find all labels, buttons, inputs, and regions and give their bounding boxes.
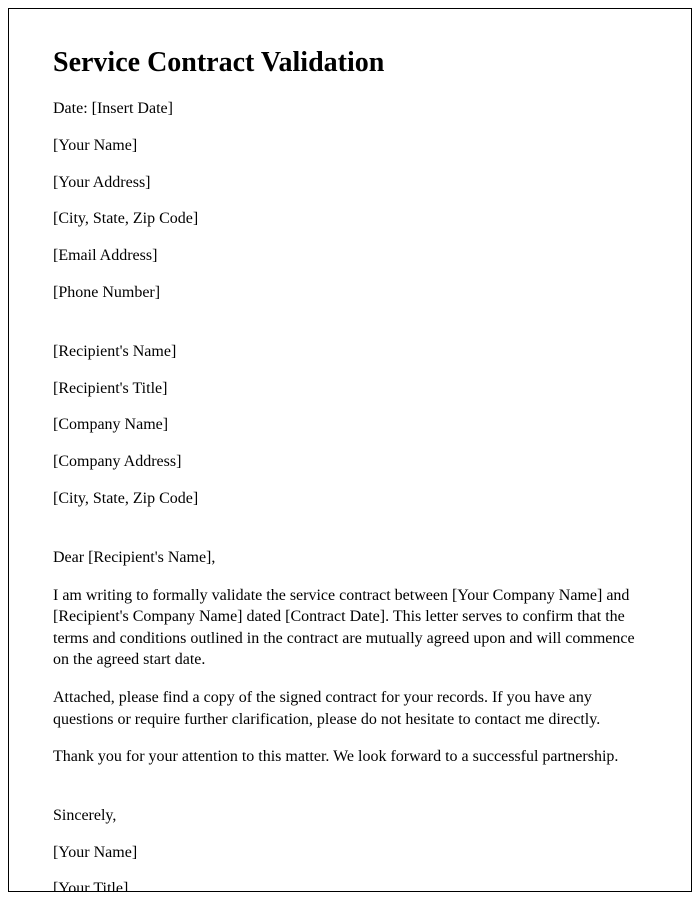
closing-title: [Your Title]: [53, 879, 647, 892]
body-paragraph-3: Thank you for your attention to this mat…: [53, 746, 647, 768]
recipient-company: [Company Name]: [53, 415, 647, 436]
sender-address: [Your Address]: [53, 173, 647, 194]
body-paragraph-2: Attached, please find a copy of the sign…: [53, 687, 647, 730]
sender-email: [Email Address]: [53, 246, 647, 267]
document-title: Service Contract Validation: [53, 47, 647, 79]
sender-citystatezip: [City, State, Zip Code]: [53, 209, 647, 230]
spacer: [53, 784, 647, 806]
closing-sincerely: Sincerely,: [53, 806, 647, 827]
closing-name: [Your Name]: [53, 843, 647, 864]
sender-name: [Your Name]: [53, 136, 647, 157]
sender-phone: [Phone Number]: [53, 283, 647, 304]
recipient-name: [Recipient's Name]: [53, 342, 647, 363]
spacer: [53, 320, 647, 342]
sender-date: Date: [Insert Date]: [53, 99, 647, 120]
body-paragraph-1: I am writing to formally validate the se…: [53, 585, 647, 671]
recipient-citystatezip: [City, State, Zip Code]: [53, 489, 647, 510]
salutation: Dear [Recipient's Name],: [53, 548, 647, 569]
recipient-address: [Company Address]: [53, 452, 647, 473]
document-page: Service Contract Validation Date: [Inser…: [8, 8, 692, 892]
spacer: [53, 526, 647, 548]
recipient-title: [Recipient's Title]: [53, 379, 647, 400]
